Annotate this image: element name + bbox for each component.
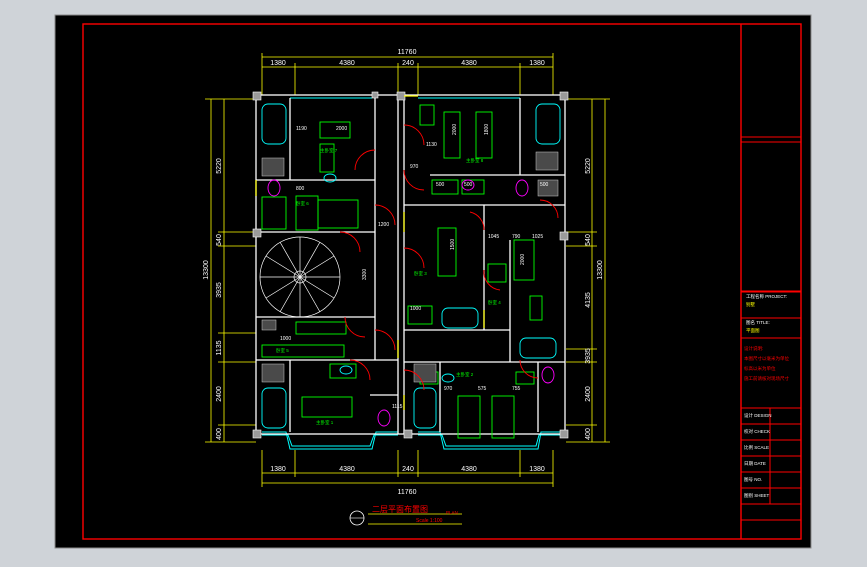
left-dim-4: 1135: [216, 340, 223, 355]
left-dim-3: 3935: [216, 282, 223, 298]
top-dim-2: 4380: [339, 60, 355, 67]
cad-viewport[interactable]: 工程名称 PROJECT: 别墅 图名 TITLE: 平面图 设计说明: 本图尺…: [0, 0, 867, 562]
inner-dim-24: 3300: [362, 269, 368, 280]
inner-dim-13: 1025: [532, 234, 543, 240]
inner-dim-2: 2000: [336, 126, 347, 132]
top-dim-4: 4380: [461, 60, 477, 67]
notes-line-2: 本图尺寸以毫米为单位: [744, 355, 789, 362]
inner-dim-11: 1045: [488, 234, 499, 240]
right-dim-6: 400: [585, 428, 592, 440]
inner-dim-10: 1000: [410, 306, 421, 312]
inner-dim-4: 2000: [452, 124, 458, 135]
inner-dim-17: 2000: [520, 254, 526, 265]
inner-dim-14: 800: [296, 186, 305, 192]
inner-dim-20: 575: [478, 386, 487, 392]
top-dim-3: 240: [402, 60, 414, 67]
inner-dim-3: 1200: [378, 222, 389, 228]
top-dim-5: 1380: [529, 60, 545, 67]
notes-line-3: 标高以米为单位: [744, 365, 776, 372]
scale-label: 比例 SCALE: [744, 444, 769, 451]
right-dim-3: 4135: [585, 292, 592, 308]
bottom-dim-2: 4380: [339, 466, 355, 473]
left-dim-6: 400: [216, 428, 223, 440]
right-dim-2: 540: [585, 234, 592, 246]
inner-dim-19: 970: [444, 386, 453, 392]
inner-dim-7: 500: [436, 182, 445, 188]
scale-text: Scale 1:100: [416, 518, 443, 524]
bottom-dim-5: 1380: [529, 466, 545, 473]
right-dim-1: 5220: [585, 158, 592, 174]
notes-line-4: 施工前请核对现场尺寸: [744, 375, 789, 382]
inner-dim-12: 790: [512, 234, 521, 240]
notes-line-1: 设计说明:: [744, 345, 763, 352]
inner-dim-15: 1000: [280, 336, 291, 342]
floor-plan-drawing: 工程名称 PROJECT: 别墅 图名 TITLE: 平面图 设计说明: 本图尺…: [54, 14, 812, 549]
room-label-1: 主卧室 7: [320, 147, 338, 154]
bottom-dim-3: 240: [402, 466, 414, 473]
title-en: PLAN: [446, 510, 458, 515]
inner-dim-1: 1190: [296, 126, 307, 132]
right-dim-5: 2400: [585, 386, 592, 402]
inner-dim-18: 1800: [484, 124, 490, 135]
room-label-5: 主卧室 1: [316, 419, 334, 426]
left-dim-1: 5220: [216, 158, 223, 174]
title-cn: 二层平面布置图: [372, 504, 428, 514]
inner-dim-21: 755: [512, 386, 521, 392]
right-total: 13300: [597, 260, 604, 280]
room-label-3: 卧室 3: [414, 270, 427, 277]
room-label-8: 卧室 6: [296, 200, 309, 207]
room-label-6: 主卧室 2: [456, 371, 474, 378]
inner-dim-9: 500: [540, 182, 549, 188]
check-label: 校对 CHECK: [744, 428, 770, 435]
bottom-dim-1: 1380: [270, 466, 286, 473]
inner-dim-22: 1115: [392, 404, 403, 410]
inner-dim-6: 970: [410, 164, 419, 170]
room-label-4: 卧室 4: [488, 299, 501, 306]
inner-dim-8: 500: [464, 182, 473, 188]
inner-dim-5: 1130: [426, 142, 437, 148]
left-dim-2: 540: [216, 234, 223, 246]
drawing-label: 图名 TITLE:: [746, 319, 770, 326]
top-dim-1: 1380: [270, 60, 286, 67]
room-label-7: 卧室 5: [276, 347, 289, 354]
sheet-label: 图别 SHEET: [744, 492, 770, 499]
project-label: 工程名称 PROJECT:: [746, 293, 787, 300]
overall-dim-bottom: 11760: [398, 489, 417, 496]
overall-dim-top: 11760: [398, 49, 417, 56]
right-dim-4: 3935: [585, 348, 592, 364]
designer-label: 设计 DESIGN: [744, 412, 772, 419]
left-dim-5: 2400: [216, 386, 223, 402]
bottom-dim-4: 4380: [461, 466, 477, 473]
project-value: 别墅: [746, 301, 755, 308]
room-label-2: 主卧室 8: [466, 157, 484, 164]
inner-dim-16: 1500: [450, 239, 456, 250]
left-total: 13300: [203, 260, 210, 280]
